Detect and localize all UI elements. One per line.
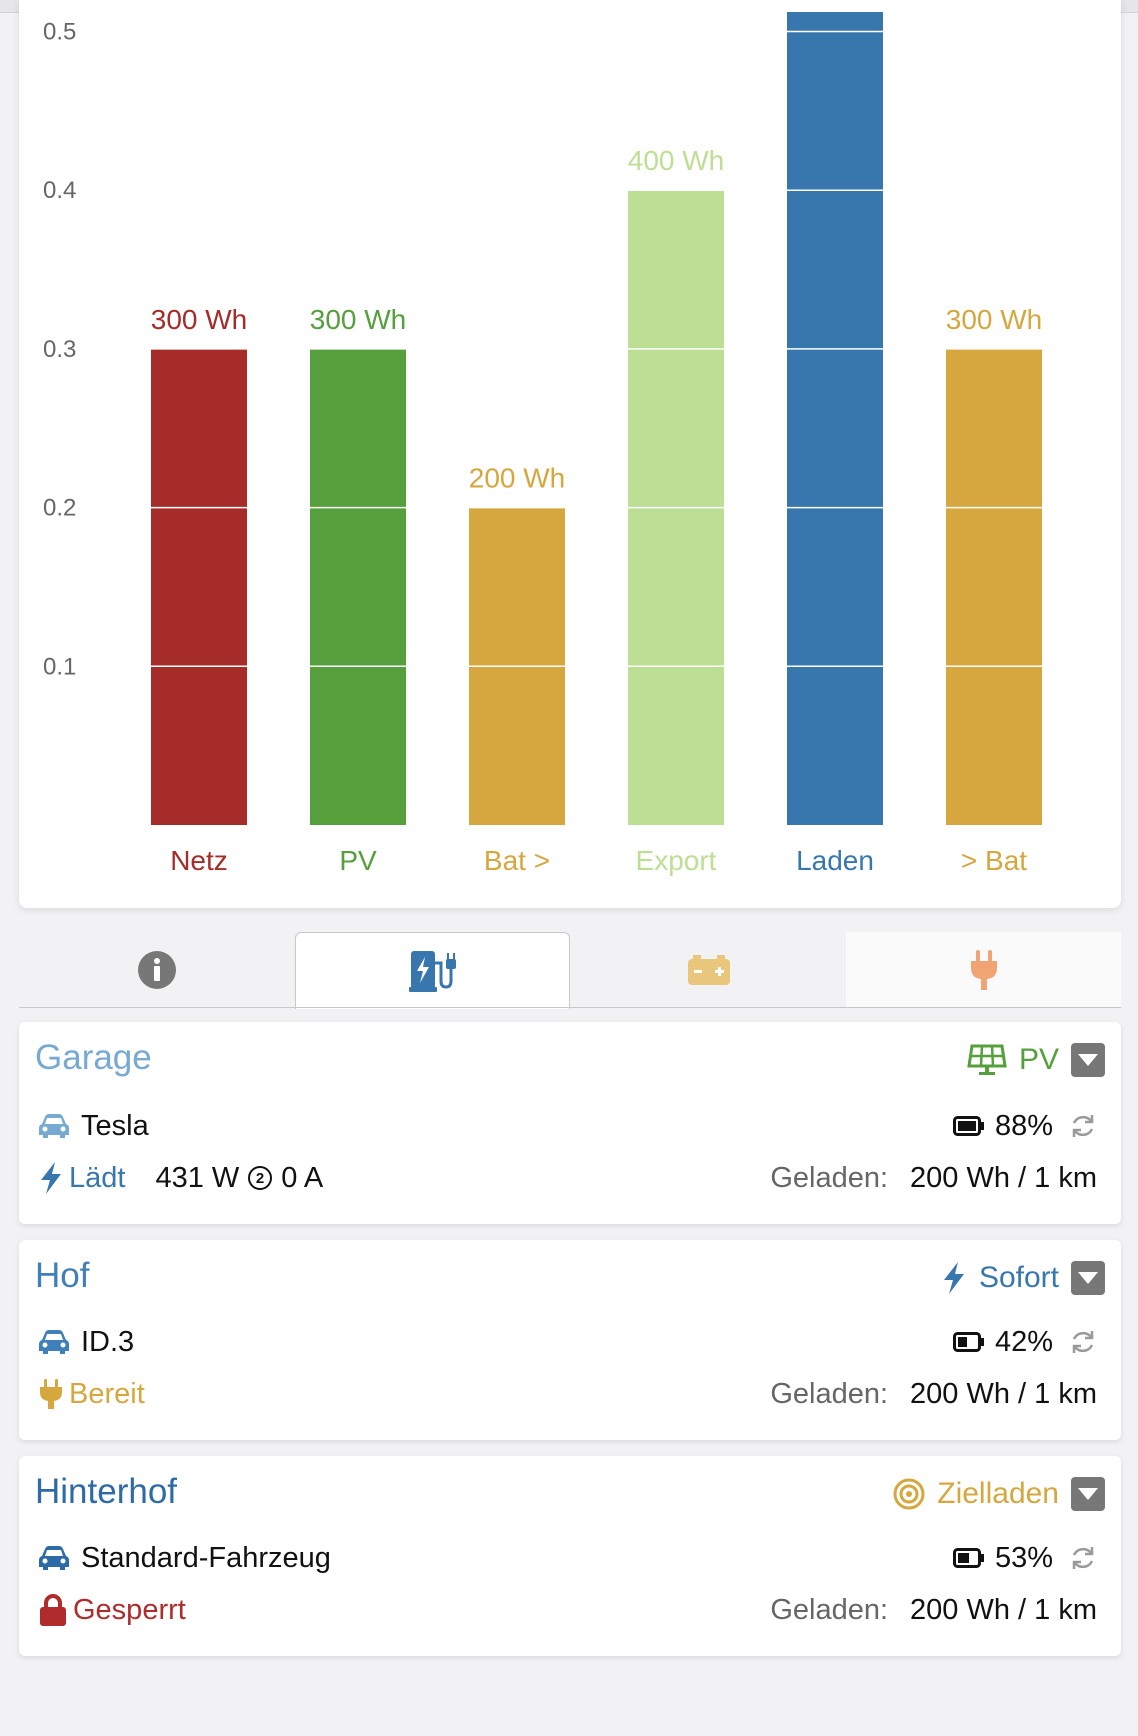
phases-icon: 2: [248, 1166, 273, 1190]
plug-icon: [40, 1379, 62, 1409]
vehicle-soc: 42%: [994, 1325, 1053, 1358]
bar-bat: [946, 348, 1042, 825]
battery-soc-icon: [952, 1548, 984, 1568]
battery-soc-icon: [952, 1116, 984, 1136]
phases-count: 2: [256, 1170, 264, 1187]
category-label: Laden: [796, 845, 874, 876]
y-tick-label: 0.1: [43, 653, 76, 680]
mode-selector[interactable]: Zielladen: [893, 1474, 1105, 1514]
charge-current: 0 A: [281, 1161, 324, 1194]
bar-value-label: 400 Wh: [628, 145, 725, 176]
refresh-icon[interactable]: [1069, 1328, 1097, 1356]
mode-selector[interactable]: Sofort: [941, 1258, 1105, 1298]
energy-bar-chart: 0.1 0.2 0.3 0.4 0.5 300 Wh 300 Wh 200 Wh 400 Wh 3…: [43, 12, 1109, 876]
charging-status: Gesperrt: [73, 1593, 186, 1626]
mode-selector[interactable]: PV: [967, 1040, 1105, 1080]
category-label: Bat >: [484, 845, 550, 876]
y-tick-label: 0.2: [43, 495, 76, 522]
category-label: PV: [339, 845, 377, 876]
car-icon: [39, 1330, 69, 1354]
caret-down-icon: [1078, 1272, 1098, 1284]
bar-value-label: 300 Wh: [310, 304, 407, 335]
tab-loadpoints[interactable]: [295, 932, 570, 1009]
bar-value-label: 300 Wh: [151, 304, 248, 335]
caret-down-icon: [1078, 1488, 1098, 1500]
charged-label: Geladen:: [770, 1377, 889, 1410]
bar-value-label: 300 Wh: [946, 304, 1043, 335]
refresh-icon[interactable]: [1069, 1544, 1097, 1572]
vehicle-row: Standard-Fahrzeug 53%: [39, 1538, 1097, 1578]
charged-value: 200 Wh / 1 km: [910, 1593, 1097, 1626]
vehicle-name[interactable]: Tesla: [81, 1110, 149, 1143]
charged-label: Geladen:: [770, 1161, 889, 1194]
mode-dropdown-button[interactable]: [1071, 1477, 1105, 1511]
loadpoint-title: Garage: [35, 1038, 152, 1077]
y-tick-label: 0.4: [43, 177, 76, 204]
vehicle-soc: 53%: [994, 1541, 1053, 1574]
energy-chart-card: 0.1 0.2 0.3 0.4 0.5 300 Wh 300 Wh 200 Wh 400 Wh 3…: [19, 0, 1121, 908]
loadpoint-title: Hof: [35, 1256, 90, 1295]
mode-label: PV: [1018, 1043, 1059, 1076]
tab-consumers[interactable]: [846, 932, 1121, 1007]
charged-value: 200 Wh / 1 km: [910, 1377, 1097, 1410]
status-row: Gesperrt Geladen: 200 Wh / 1 km: [39, 1590, 1097, 1630]
charging-status: Bereit: [69, 1377, 145, 1410]
status-row: Lädt 431 W 2 0 A Geladen: 200 Wh / 1 km: [39, 1158, 1097, 1198]
bar-laden: [787, 12, 883, 825]
loadpoint-card-hinterhof: Hinterhof Zielladen Standard-Fahrzeug 53…: [19, 1456, 1121, 1656]
bar-netz: [151, 348, 247, 825]
bar-pv: [310, 348, 406, 825]
info-icon: [137, 950, 176, 989]
mode-dropdown-button[interactable]: [1071, 1261, 1105, 1295]
vehicle-name[interactable]: Standard-Fahrzeug: [81, 1542, 331, 1575]
mode-label: Sofort: [978, 1261, 1059, 1294]
charge-power: 431 W: [155, 1161, 240, 1194]
lightning-icon: [943, 1262, 964, 1294]
category-label: Netz: [170, 845, 228, 876]
y-tick-label: 0.3: [43, 336, 76, 363]
charging-status: Lädt: [69, 1161, 126, 1194]
caret-down-icon: [1078, 1054, 1098, 1066]
lightning-icon: [41, 1162, 61, 1194]
category-label: Export: [636, 845, 717, 876]
car-icon: [39, 1546, 69, 1570]
lock-icon: [40, 1594, 66, 1626]
target-icon: [893, 1478, 925, 1510]
charging-station-icon: [408, 951, 456, 992]
battery-icon: [687, 954, 730, 985]
status-row: Bereit Geladen: 200 Wh / 1 km: [39, 1374, 1097, 1414]
loadpoint-card-garage: Garage PV Tesla 88% Lädt 431 W 2 0 A Gel…: [19, 1022, 1121, 1224]
charged-label: Geladen:: [770, 1593, 889, 1626]
y-tick-label: 0.5: [43, 19, 76, 46]
vehicle-row: Tesla 88%: [39, 1106, 1097, 1146]
charged-value: 200 Wh / 1 km: [910, 1161, 1097, 1194]
loadpoint-card-hof: Hof Sofort ID.3 42% Bereit Geladen: 200 …: [19, 1240, 1121, 1440]
vehicle-soc: 88%: [994, 1109, 1053, 1142]
solar-panel-icon: [967, 1044, 1007, 1075]
car-icon: [39, 1114, 69, 1138]
category-label: > Bat: [961, 845, 1027, 876]
refresh-icon[interactable]: [1069, 1112, 1097, 1140]
mode-label: Zielladen: [937, 1477, 1059, 1510]
vehicle-row: ID.3 42%: [39, 1322, 1097, 1362]
view-tabs: [19, 932, 1121, 1009]
tab-info[interactable]: [19, 932, 294, 1007]
battery-soc-icon: [952, 1332, 984, 1352]
tabs-baseline: [19, 1007, 1121, 1008]
plug-icon: [970, 949, 997, 990]
loadpoint-title: Hinterhof: [35, 1472, 178, 1511]
bar-value-label: 200 Wh: [469, 463, 566, 494]
mode-dropdown-button[interactable]: [1071, 1043, 1105, 1077]
tab-battery[interactable]: [571, 932, 846, 1007]
vehicle-name[interactable]: ID.3: [81, 1326, 134, 1359]
